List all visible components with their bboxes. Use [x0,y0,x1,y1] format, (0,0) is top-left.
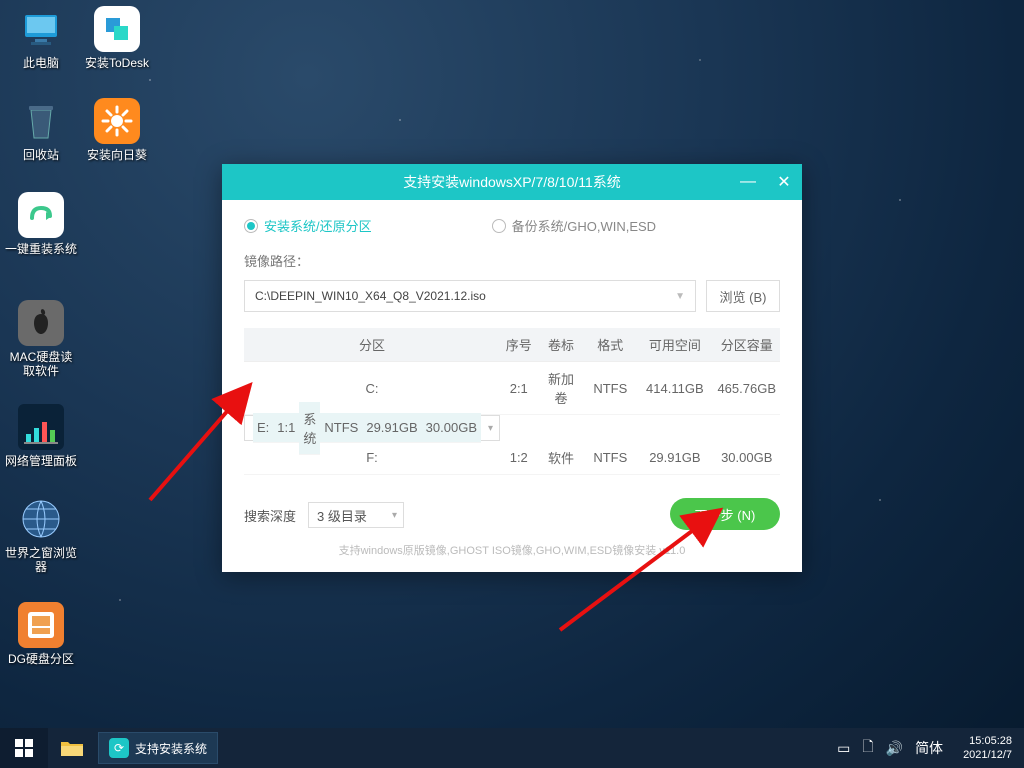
caret-down-icon: ▼ [675,291,685,302]
table-row[interactable]: F: 1:2 软件 NTFS 29.91GB 30.00GB [244,441,780,475]
windows-icon [15,739,33,757]
col-format: 格式 [584,328,636,362]
desktop-icon-macdisk[interactable]: MAC硬盘读取软件 [4,300,78,378]
col-label: 卷标 [538,328,585,362]
trash-icon [18,98,64,144]
tray-volume-icon[interactable]: 🔊 [886,740,903,757]
window-body: 安装系统/还原分区 备份系统/GHO,WIN,ESD 镜像路径： C:\DEEP… [222,200,802,572]
browse-button[interactable]: 浏览 (B) [706,280,780,312]
radio-dot-on-icon [244,219,258,233]
col-partition: 分区 [244,328,500,362]
tray-network-icon[interactable]: ▭ [837,740,850,757]
desktop-icon-todesk[interactable]: 安装ToDesk [80,6,154,70]
window-title: 支持安装windowsXP/7/8/10/11系统 [403,172,621,192]
folder-icon [60,738,84,758]
start-button[interactable] [0,728,48,768]
taskbar: ⟳ 支持安装系统 ▭ 🗋 🔊 简体 15:05:28 2021/12/7 [0,728,1024,768]
installer-window: 支持安装windowsXP/7/8/10/11系统 — ✕ 安装系统/还原分区 … [222,164,802,572]
window-titlebar[interactable]: 支持安装windowsXP/7/8/10/11系统 — ✕ [222,164,802,200]
tray-battery-icon[interactable]: 🗋 [862,736,873,760]
col-index: 序号 [500,328,538,362]
col-free: 可用空间 [636,328,713,362]
table-row[interactable]: E: 1:1 系统 NTFS 29.91GB 30.00GB [244,415,500,441]
reinstall-icon [18,192,64,238]
desktop-icon-dg[interactable]: DG硬盘分区 [4,602,78,666]
partition-table: 分区 序号 卷标 格式 可用空间 分区容量 C: 2:1 新加卷 NTFS 41… [244,328,780,475]
apple-icon [18,300,64,346]
image-path-dropdown[interactable]: C:\DEEPIN_WIN10_X64_Q8_V2021.12.iso ▼ [244,280,696,312]
file-explorer-button[interactable] [48,728,96,768]
monitor-icon [18,6,64,52]
sunflower-icon [94,98,140,144]
bars-icon [18,404,64,450]
taskbar-clock[interactable]: 15:05:28 2021/12/7 [955,734,1020,762]
tray-ime[interactable]: 简体 [915,738,943,758]
desktop-icon-this-pc[interactable]: 此电脑 [4,6,78,70]
desktop-icon-reinstall[interactable]: 一键重装系统 [4,192,78,256]
system-tray: ▭ 🗋 🔊 简体 15:05:28 2021/12/7 [837,728,1024,768]
image-path-label: 镜像路径： [244,251,780,270]
dg-icon [18,602,64,648]
desktop-icon-sunflower[interactable]: 安装向日葵 [80,98,154,162]
radio-dot-off-icon [492,219,506,233]
todesk-icon [94,6,140,52]
support-text: 支持windows原版镜像,GHOST ISO镜像,GHO,WIM,ESD镜像安… [244,542,780,558]
next-button[interactable]: 下一步 (N) [670,498,780,530]
search-depth-select[interactable]: 3 级目录 [308,502,404,528]
desktop-icon-recycle[interactable]: 回收站 [4,98,78,162]
search-depth-label: 搜索深度 [244,506,296,525]
task-app-icon: ⟳ [109,738,129,758]
col-capacity: 分区容量 [713,328,780,362]
globe-icon [18,496,64,542]
desktop-icon-worldbrowser[interactable]: 世界之窗浏览器 [4,496,78,574]
minimize-button[interactable]: — [730,173,766,191]
close-button[interactable]: ✕ [766,172,802,192]
window-controls: — ✕ [730,164,802,200]
radio-backup[interactable]: 备份系统/GHO,WIN,ESD [492,216,656,235]
desktop-icon-netpanel[interactable]: 网络管理面板 [4,404,78,468]
radio-install-restore[interactable]: 安装系统/还原分区 [244,216,372,235]
table-row[interactable]: C: 2:1 新加卷 NTFS 414.11GB 465.76GB [244,362,780,415]
taskbar-task-installer[interactable]: ⟳ 支持安装系统 [98,732,218,764]
